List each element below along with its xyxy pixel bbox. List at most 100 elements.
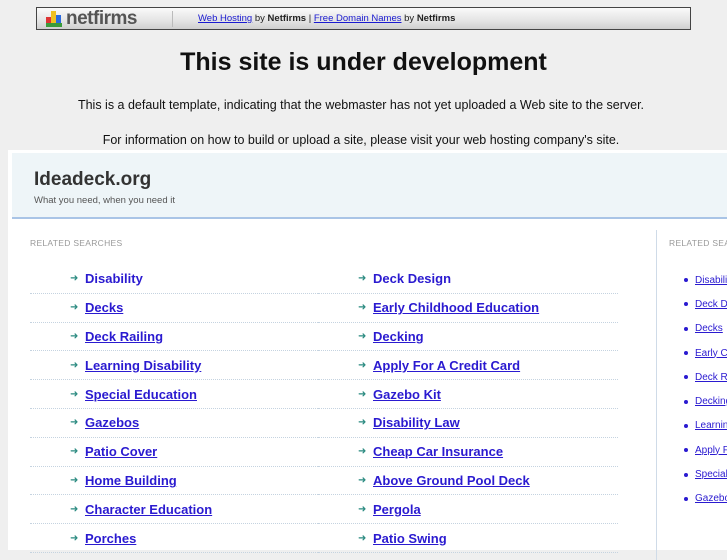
related-link[interactable]: Early Childhood Education xyxy=(373,300,539,315)
related-link-item[interactable]: ➜ Pergola xyxy=(318,495,618,525)
related-link-item[interactable]: Early Childhood Education xyxy=(684,341,727,365)
related-link[interactable]: Special Education xyxy=(85,387,197,402)
bullet-icon xyxy=(684,351,688,356)
related-link-item[interactable]: ➜ Gazebo Kit xyxy=(318,380,618,409)
related-link-item[interactable]: ➜ Apply For A Credit Card xyxy=(318,351,618,381)
arrow-icon: ➜ xyxy=(358,330,367,342)
web-hosting-link[interactable]: Web Hosting xyxy=(198,13,252,24)
related-link-item[interactable]: ➜ Early Childhood Education xyxy=(318,294,618,323)
site-tagline: What you need, when you need it xyxy=(34,195,176,206)
bullet-icon xyxy=(684,496,688,501)
related-link[interactable]: Deck Design xyxy=(695,299,727,310)
related-link[interactable]: Decking xyxy=(373,329,424,344)
brand-text: Netfirms xyxy=(267,13,307,24)
related-link[interactable]: Early Childhood Education xyxy=(695,348,727,359)
related-link-item[interactable]: ➜ Disability Law xyxy=(318,409,618,438)
related-link[interactable]: Disability Law xyxy=(373,415,460,430)
related-link-item[interactable]: ➜ Deck Design xyxy=(318,265,618,294)
related-link[interactable]: Deck Railing xyxy=(85,329,163,344)
related-link-item[interactable]: Deck Railing xyxy=(684,365,727,389)
arrow-icon: ➜ xyxy=(70,532,79,544)
related-link[interactable]: Deck Railing xyxy=(695,372,727,383)
arrow-icon: ➜ xyxy=(358,302,367,314)
arrow-icon: ➜ xyxy=(358,417,367,429)
related-link[interactable]: Disability xyxy=(695,275,727,286)
related-link[interactable]: Apply For A Credit Card xyxy=(695,445,727,456)
logo-text: netfirms xyxy=(66,7,137,29)
related-link-item[interactable]: ➜ Deck Railing xyxy=(30,323,330,352)
arrow-icon: ➜ xyxy=(358,273,367,285)
related-link-item[interactable]: ➜ Decks xyxy=(30,294,330,323)
related-link-item[interactable]: ➜ Disability xyxy=(30,265,330,294)
brand-text: Netfirms xyxy=(416,13,456,24)
arrow-icon: ➜ xyxy=(70,446,79,458)
arrow-icon: ➜ xyxy=(70,359,79,371)
related-link[interactable]: Pergola xyxy=(373,502,421,517)
related-link[interactable]: Disability xyxy=(85,271,143,286)
related-link-item[interactable]: Deck Design xyxy=(684,292,727,316)
related-searches-label-right: RELATED SEARCHES xyxy=(669,238,727,248)
related-link[interactable]: Decking xyxy=(695,396,727,407)
related-link[interactable]: Learning Disability xyxy=(695,420,727,431)
bullet-icon xyxy=(684,326,688,331)
related-link[interactable]: Home Building xyxy=(85,473,177,488)
arrow-icon: ➜ xyxy=(70,388,79,400)
related-link[interactable]: Cheap Car Insurance xyxy=(373,444,503,459)
related-link[interactable]: Apply For A Credit Card xyxy=(373,358,520,373)
related-link-item[interactable]: ➜ Character Education xyxy=(30,495,330,525)
related-link-item[interactable]: ➜ Above Ground Pool Deck xyxy=(318,467,618,496)
bullet-icon xyxy=(684,278,688,283)
arrow-icon: ➜ xyxy=(70,273,79,285)
free-domain-names-link[interactable]: Free Domain Names xyxy=(314,13,402,24)
related-link[interactable]: Deck Design xyxy=(373,271,451,286)
page-title: This site is under development xyxy=(180,48,547,76)
related-link[interactable]: Gazebo Kit xyxy=(695,493,727,504)
related-link[interactable]: Gazebos xyxy=(85,415,139,430)
related-link-item[interactable]: ➜ Cheap Car Insurance xyxy=(318,438,618,467)
related-link[interactable]: Character Education xyxy=(85,502,212,517)
arrow-icon: ➜ xyxy=(358,359,367,371)
related-links-left: ➜ Disability ➜ Decks ➜ Deck Railing ➜ Learning … xyxy=(30,265,330,553)
bullet-icon xyxy=(684,375,688,380)
related-link[interactable]: Gazebo Kit xyxy=(373,387,441,402)
netfirms-logo-icon xyxy=(46,10,64,27)
related-link-item[interactable]: ➜ Gazebos xyxy=(30,409,330,438)
arrow-icon: ➜ xyxy=(358,388,367,400)
arrow-icon: ➜ xyxy=(358,446,367,458)
related-link[interactable]: Decks xyxy=(695,323,723,334)
banner-links: Web Hosting by Netfirms | Free Domain Na… xyxy=(198,13,455,24)
related-link[interactable]: Patio Cover xyxy=(85,444,157,459)
related-link[interactable]: Special Education xyxy=(695,469,727,480)
related-link[interactable]: Decks xyxy=(85,300,123,315)
related-link[interactable]: Patio Swing xyxy=(373,531,447,546)
related-link-item[interactable]: Learning Disability xyxy=(684,414,727,438)
related-link-item[interactable]: Decks xyxy=(684,317,727,341)
arrow-icon: ➜ xyxy=(358,503,367,515)
related-link-item[interactable]: ➜ Patio Cover xyxy=(30,438,330,467)
info-text: This is a default template, indicating t… xyxy=(77,98,645,112)
related-link-item[interactable]: Special Education xyxy=(684,462,727,486)
divider xyxy=(172,10,173,27)
arrow-icon: ➜ xyxy=(358,532,367,544)
info-text: For information on how to build or uploa… xyxy=(102,133,620,147)
related-link[interactable]: Above Ground Pool Deck xyxy=(373,473,530,488)
bullet-icon xyxy=(684,399,688,404)
arrow-icon: ➜ xyxy=(70,503,79,515)
related-link[interactable]: Learning Disability xyxy=(85,358,201,373)
related-link-item[interactable]: ➜ Special Education xyxy=(30,380,330,409)
related-link-item[interactable]: ➜ Home Building xyxy=(30,467,330,496)
related-link-item[interactable]: Apply For A Credit Card xyxy=(684,438,727,462)
related-link-item[interactable]: Decking xyxy=(684,389,727,413)
by-text: by xyxy=(404,13,415,24)
related-link-item[interactable]: ➜ Learning Disability xyxy=(30,351,330,381)
related-link-item[interactable]: Gazebo Kit xyxy=(684,487,727,511)
by-text: by xyxy=(254,13,265,24)
related-link-item[interactable]: ➜ Porches xyxy=(30,524,330,553)
related-link[interactable]: Porches xyxy=(85,531,136,546)
bullet-icon xyxy=(684,423,688,428)
related-link-item[interactable]: ➜ Patio Swing xyxy=(318,524,618,553)
netfirms-logo[interactable]: netfirms xyxy=(37,8,172,30)
related-link-item[interactable]: ➜ Decking xyxy=(318,323,618,352)
related-link-item[interactable]: Disability xyxy=(684,268,727,292)
netfirms-banner: netfirms Web Hosting by Netfirms | Free … xyxy=(36,7,691,30)
